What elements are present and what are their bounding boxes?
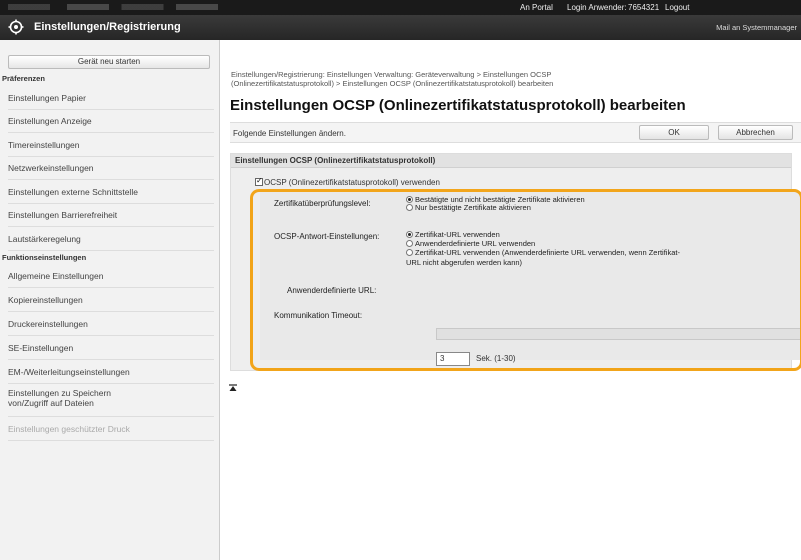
sidebar-item-copy[interactable]: Kopiereinstellungen: [8, 289, 214, 312]
ok-button[interactable]: OK: [639, 125, 709, 140]
back-to-top-icon[interactable]: [229, 384, 237, 392]
sidebar-item-label-line2: von/Zugriff auf Dateien: [8, 398, 94, 408]
portal-link[interactable]: An Portal: [520, 3, 553, 12]
cancel-button[interactable]: Abbrechen: [718, 125, 793, 140]
sidebar-item-general[interactable]: Allgemeine Einstellungen: [8, 265, 214, 288]
section-title: Einstellungen OCSP (Onlinezertifikatstat…: [231, 154, 791, 168]
highlight-frame: [250, 189, 801, 371]
top-bar: An Portal Login Anwender: 7654321 Logout: [0, 0, 801, 15]
sidebar-item-accessibility[interactable]: Einstellungen Barrierefreiheit: [8, 204, 214, 227]
app-title: Einstellungen/Registrierung: [34, 21, 181, 33]
login-user-id: 7654321: [628, 3, 660, 12]
sidebar-item-printer[interactable]: Druckereinstellungen: [8, 313, 214, 336]
sidebar-item-label-line1: Einstellungen zu Speichern: [8, 388, 112, 398]
sidebar-item-send[interactable]: SE-Einstellungen: [8, 337, 214, 360]
sidebar-section-functions: Funktionseinstellungen: [2, 253, 87, 262]
login-label: Login Anwender:: [567, 3, 627, 12]
sidebar-item-paper[interactable]: Einstellungen Papier: [8, 87, 214, 110]
breadcrumb: Einstellungen/Registrierung: Einstellung…: [231, 70, 791, 88]
use-ocsp-label: OCSP (Onlinezertifikatstatusprotokoll) v…: [264, 178, 440, 187]
restart-device-button[interactable]: Gerät neu starten: [8, 55, 210, 69]
settings-gear-icon: [8, 19, 24, 35]
breadcrumb-line1[interactable]: Einstellungen/Registrierung: Einstellung…: [231, 70, 791, 79]
logout-link[interactable]: Logout: [665, 3, 689, 12]
instruction-text: Folgende Einstellungen ändern.: [233, 129, 346, 138]
sidebar-item-receive-forward[interactable]: EM-/Weiterleitungseinstellungen: [8, 361, 214, 384]
sidebar-item-volume[interactable]: Lautstärkeregelung: [8, 228, 214, 251]
sidebar-section-preferences: Präferenzen: [2, 74, 45, 83]
page-title: Einstellungen OCSP (Onlinezertifikatstat…: [230, 97, 686, 114]
sidebar-item-secure-print[interactable]: Einstellungen geschützter Druck: [8, 418, 214, 441]
checkbox-checked-icon: [255, 176, 263, 186]
breadcrumb-line2[interactable]: (Onlinezertifikatstatusprotokoll) > Eins…: [231, 79, 791, 88]
sidebar-item-display[interactable]: Einstellungen Anzeige: [8, 110, 214, 133]
sidebar-item-network[interactable]: Netzwerkeinstellungen: [8, 157, 214, 180]
sidebar-item-timer[interactable]: Timereinstellungen: [8, 134, 214, 157]
sidebar: Gerät neu starten Präferenzen Einstellun…: [0, 40, 220, 560]
use-ocsp-checkbox[interactable]: OCSP (Onlinezertifikatstatusprotokoll) v…: [255, 176, 440, 187]
blurred-device-info: [8, 4, 218, 10]
action-bar: Folgende Einstellungen ändern. OK Abbrec…: [230, 122, 801, 143]
app-header: Einstellungen/Registrierung Mail an Syst…: [0, 15, 801, 40]
main-content: Einstellungen/Registrierung: Einstellung…: [221, 40, 801, 560]
sidebar-item-store-access-files[interactable]: Einstellungen zu Speichern von/Zugriff a…: [8, 385, 214, 417]
sidebar-item-external-interface[interactable]: Einstellungen externe Schnittstelle: [8, 181, 214, 204]
mail-to-admin-link[interactable]: Mail an Systemmanager: [716, 23, 797, 32]
